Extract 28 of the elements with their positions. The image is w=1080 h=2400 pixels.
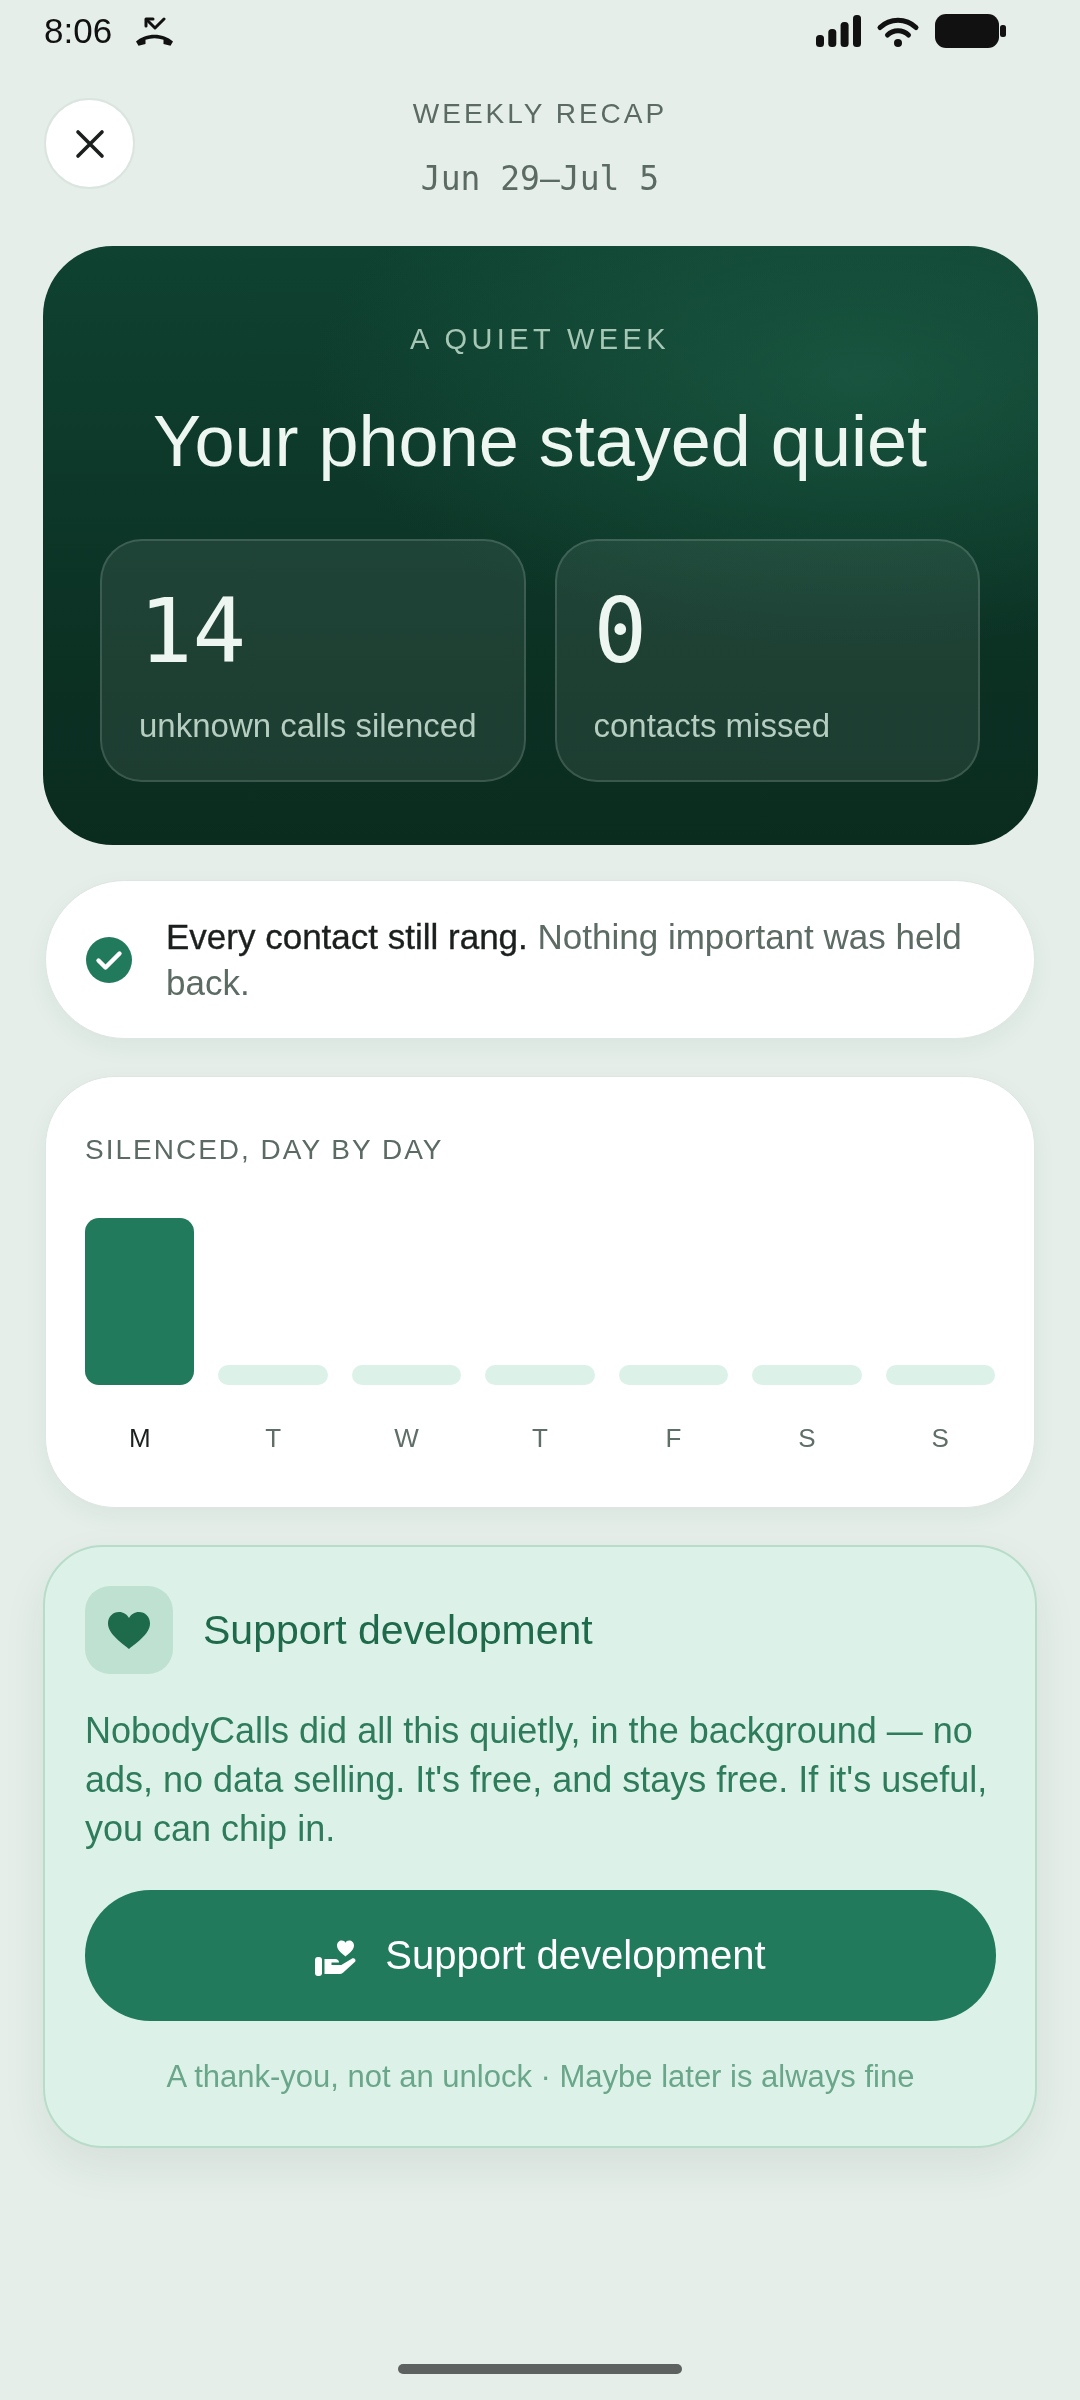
day-label: S: [798, 1423, 816, 1453]
support-title: Support development: [203, 1606, 593, 1654]
summary-eyebrow: A QUIET WEEK: [408, 322, 672, 356]
battery-icon: [935, 14, 1006, 48]
chart-title: SILENCED, DAY BY DAY: [85, 1134, 445, 1166]
day-label: M: [128, 1423, 151, 1453]
stat-label: unknown calls silenced: [139, 707, 478, 745]
check-circle-icon: [86, 937, 132, 983]
info-message: Every contact still rang. Nothing important was held back.: [166, 916, 963, 1004]
support-description: NobodyCalls did all this quietly, in the background — no ads, no data selling. It's free, and stays free. If it's useful, you can chip in.: [85, 1709, 989, 1851]
signal-icon: [816, 15, 861, 47]
day-label: T: [532, 1423, 548, 1453]
stat-value: 14: [139, 587, 248, 676]
status-time: 8:06: [44, 11, 113, 51]
day-label: F: [665, 1423, 682, 1453]
wifi-icon: [876, 15, 920, 47]
date-range: Jun 29–Jul 5: [420, 159, 660, 199]
stat-label: contacts missed: [593, 707, 832, 745]
support-footnote: A thank-you, not an unlock · Maybe later is always fine: [165, 2059, 916, 2095]
recap-title: WEEKLY RECAP: [412, 98, 668, 130]
stat-value: 0: [593, 587, 649, 676]
day-label: W: [394, 1423, 419, 1453]
close-icon: [74, 128, 105, 159]
support-button[interactable]: Support development: [85, 1890, 996, 2021]
phone-arrow-icon: [135, 16, 175, 46]
day-label: T: [265, 1423, 282, 1453]
summary-headline: Your phone stayed quiet: [152, 400, 928, 483]
day-label: S: [931, 1423, 949, 1453]
